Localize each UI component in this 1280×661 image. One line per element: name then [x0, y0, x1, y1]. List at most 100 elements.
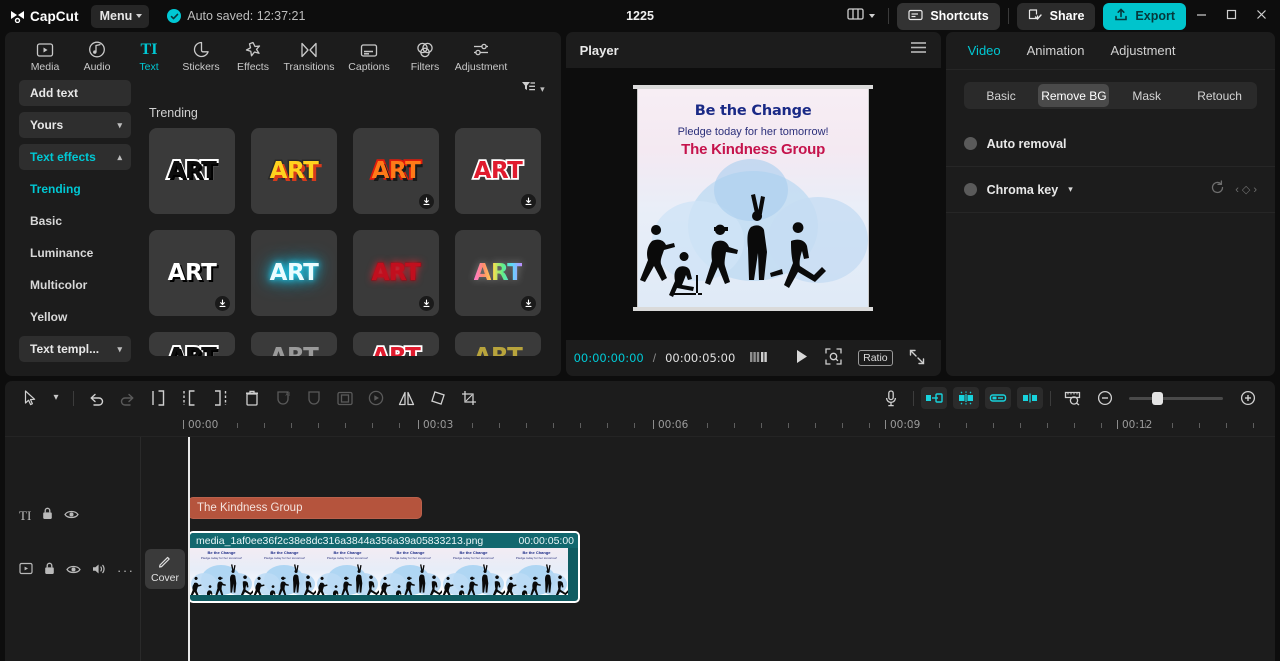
text-effect-item[interactable]: ART	[353, 332, 439, 356]
mirror-icon[interactable]	[391, 385, 422, 411]
redo-icon[interactable]	[112, 385, 143, 411]
segment-remove-bg[interactable]: Remove BG	[1038, 84, 1110, 107]
download-icon[interactable]	[521, 296, 536, 311]
delete-icon[interactable]	[236, 385, 267, 411]
trim-left-icon[interactable]	[174, 385, 205, 411]
segment-mask[interactable]: Mask	[1111, 84, 1182, 107]
eye-icon[interactable]	[66, 562, 81, 580]
cover-button[interactable]: Cover	[145, 549, 185, 589]
maximize-button[interactable]	[1216, 0, 1246, 32]
text-effects-group[interactable]: Text effects ▴	[19, 144, 131, 170]
split-icon[interactable]	[143, 385, 174, 411]
download-icon[interactable]	[419, 194, 434, 209]
quality-icon[interactable]	[750, 351, 768, 366]
tab-video[interactable]: Video	[968, 43, 1001, 58]
sidebar-item-basic[interactable]: Basic	[19, 208, 131, 234]
zoom-slider-handle[interactable]	[1152, 391, 1163, 405]
text-effect-item[interactable]: ART	[455, 128, 541, 214]
video-clip[interactable]: media_1af0ee36f2c38e8dc316a3844a356a39a0…	[188, 531, 580, 603]
ai-mask-icon[interactable]: AI	[267, 385, 298, 411]
text-effect-item[interactable]: ART	[353, 230, 439, 316]
sidebar-item-multicolor[interactable]: Multicolor	[19, 272, 131, 298]
timeline-ruler[interactable]: 00:00 00:03 00:06 00:09 00:12	[5, 415, 1275, 437]
text-effect-item[interactable]: ART	[455, 332, 541, 356]
selection-handle-bottom[interactable]	[633, 307, 874, 311]
filter-sort-icon[interactable]	[521, 80, 536, 98]
more-icon[interactable]: ···	[117, 564, 135, 577]
tab-text[interactable]: TI Text	[123, 37, 175, 73]
play-icon[interactable]	[795, 349, 808, 367]
select-tool-icon[interactable]	[15, 385, 46, 411]
zoom-slider[interactable]	[1129, 391, 1223, 405]
tab-media[interactable]: Media	[19, 37, 71, 73]
chevron-down-icon[interactable]: ▾	[540, 84, 545, 94]
zoom-fit-icon[interactable]	[825, 348, 842, 368]
undo-icon[interactable]	[81, 385, 112, 411]
text-effect-item[interactable]: ART	[149, 230, 235, 316]
freeze-icon[interactable]	[360, 385, 391, 411]
segment-retouch[interactable]: Retouch	[1184, 84, 1255, 107]
selection-handle-top[interactable]	[633, 85, 874, 89]
menu-button[interactable]: Menu	[90, 4, 150, 28]
sidebar-item-trending[interactable]: Trending	[19, 176, 131, 202]
segment-basic[interactable]: Basic	[966, 84, 1037, 107]
tab-stickers[interactable]: Stickers	[175, 37, 227, 73]
text-effect-item[interactable]: ART	[149, 128, 235, 214]
crop-icon[interactable]	[453, 385, 484, 411]
tab-adjustment[interactable]: Adjustment	[451, 37, 511, 73]
magnet-snap-icon[interactable]	[953, 387, 979, 409]
crop-frame-icon[interactable]	[329, 385, 360, 411]
eye-icon[interactable]	[64, 507, 79, 525]
preview-canvas[interactable]: Be the Change Pledge today for her tomor…	[637, 88, 870, 308]
volume-icon[interactable]	[92, 562, 106, 580]
link-icon[interactable]	[985, 387, 1011, 409]
layout-button[interactable]	[842, 3, 880, 29]
preview-selection[interactable]: Be the Change Pledge today for her tomor…	[633, 85, 874, 320]
keyframe-next-icon[interactable]: ›	[1253, 184, 1257, 196]
auto-removal-toggle[interactable]	[963, 137, 977, 150]
tab-animation[interactable]: Animation	[1027, 43, 1085, 58]
shortcuts-button[interactable]: Shortcuts	[897, 2, 1000, 30]
text-effect-item[interactable]: ART	[353, 128, 439, 214]
text-effect-item[interactable]: ART	[251, 332, 337, 356]
download-icon[interactable]	[215, 296, 230, 311]
chevron-down-icon[interactable]: ▾	[1068, 185, 1073, 194]
tab-transitions[interactable]: Transitions	[279, 37, 339, 73]
text-effect-item[interactable]: ART	[251, 230, 337, 316]
sidebar-item-luminance[interactable]: Luminance	[19, 240, 131, 266]
zoom-in-icon[interactable]	[1232, 385, 1263, 411]
download-icon[interactable]	[419, 296, 434, 311]
microphone-icon[interactable]	[875, 385, 906, 411]
trim-right-icon[interactable]	[205, 385, 236, 411]
tab-captions[interactable]: Captions	[339, 37, 399, 73]
zoom-out-icon[interactable]	[1089, 385, 1120, 411]
download-icon[interactable]	[521, 194, 536, 209]
fullscreen-icon[interactable]	[909, 349, 925, 368]
minimize-button[interactable]	[1186, 0, 1216, 32]
add-text-button[interactable]: Add text	[19, 80, 131, 106]
lock-icon[interactable]	[44, 562, 55, 580]
text-effect-item[interactable]: ART	[149, 332, 235, 356]
playhead[interactable]	[188, 437, 190, 661]
reset-icon[interactable]	[1210, 179, 1225, 200]
sidebar-item-yellow[interactable]: Yellow	[19, 304, 131, 330]
tab-effects[interactable]: Effects	[227, 37, 279, 73]
keyframe-icon[interactable]: ◇	[1242, 183, 1250, 196]
chevron-down-icon[interactable]: ▾	[46, 385, 66, 411]
mask-icon[interactable]	[298, 385, 329, 411]
export-button[interactable]: Export	[1103, 2, 1186, 30]
text-clip[interactable]: The Kindness Group	[188, 497, 422, 519]
timeline-lane[interactable]: The Kindness Group media_1af0ee36f2c38e8…	[188, 437, 1275, 661]
chroma-key-toggle[interactable]	[963, 183, 977, 196]
adsorption-icon[interactable]	[1017, 387, 1043, 409]
hamburger-icon[interactable]	[910, 41, 927, 59]
ratio-button[interactable]: Ratio	[858, 350, 893, 366]
auto-snap-icon[interactable]	[921, 387, 947, 409]
tab-audio[interactable]: Audio	[71, 37, 123, 73]
tab-adjustment[interactable]: Adjustment	[1110, 43, 1175, 58]
share-button[interactable]: Share	[1016, 2, 1096, 30]
yours-group[interactable]: Yours ▾	[19, 112, 131, 138]
lock-icon[interactable]	[42, 507, 53, 525]
text-templates-group[interactable]: Text templ... ▾	[19, 336, 131, 362]
tab-filters[interactable]: Filters	[399, 37, 451, 73]
